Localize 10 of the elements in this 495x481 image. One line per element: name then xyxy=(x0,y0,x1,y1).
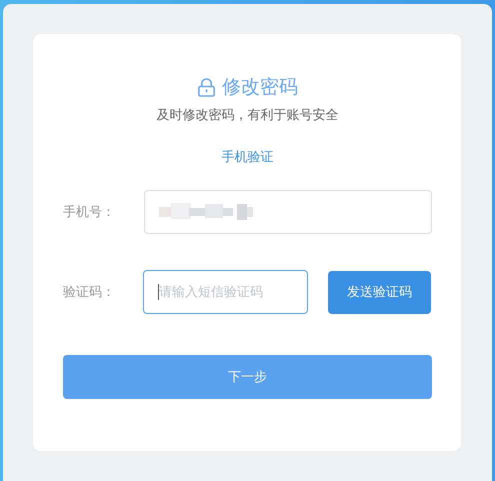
next-button[interactable]: 下一步 xyxy=(63,355,432,399)
code-field[interactable]: 请输入短信验证码 xyxy=(143,270,308,314)
page-title: 修改密码 xyxy=(222,75,298,100)
send-code-button[interactable]: 发送验证码 xyxy=(328,270,431,314)
tab[interactable]: 手机验证 xyxy=(222,146,274,168)
lock-icon xyxy=(197,78,216,96)
field-label: 手机号： xyxy=(63,204,116,221)
phone-field[interactable] xyxy=(144,190,432,234)
field-label: 验证码： xyxy=(63,284,116,301)
subtitle: 及时修改密码，有利于账号安全 xyxy=(156,107,340,124)
